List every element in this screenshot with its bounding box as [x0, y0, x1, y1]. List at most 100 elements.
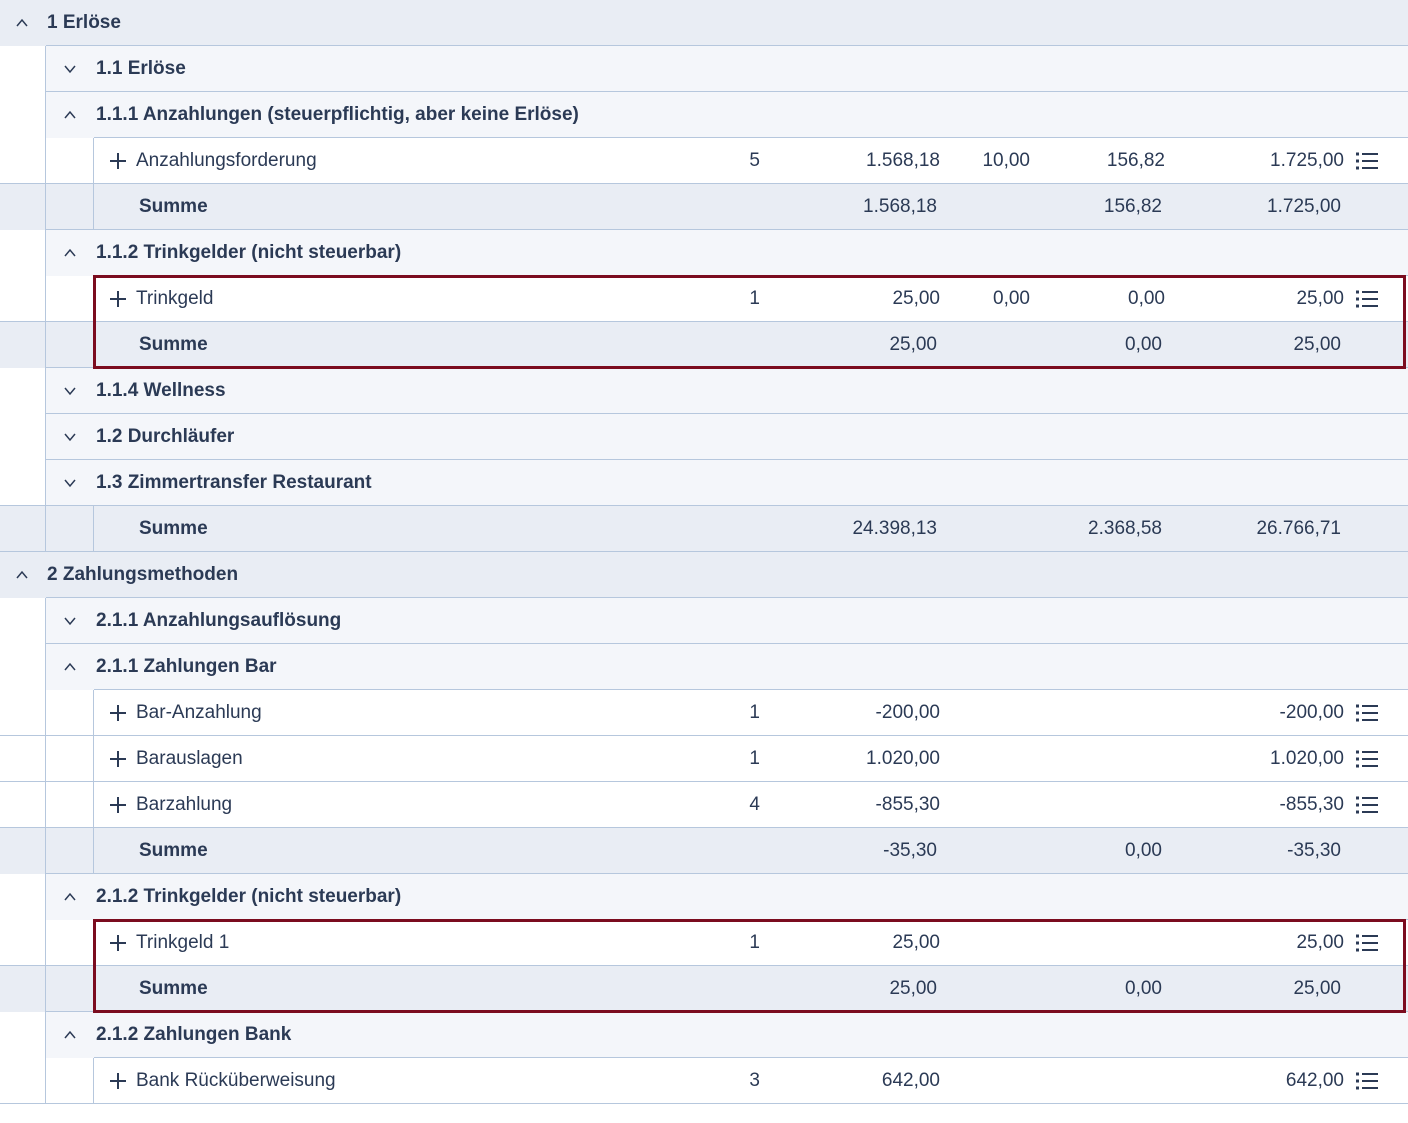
- chevron-up-icon[interactable]: [64, 661, 76, 673]
- sum-net: 25,00: [889, 978, 937, 999]
- chevron-down-icon[interactable]: [64, 63, 76, 75]
- chevron-down-icon[interactable]: [64, 615, 76, 627]
- item-count: 4: [749, 794, 760, 815]
- subgroup-row[interactable]: 2.1.1 Anzahlungsauflösung: [0, 598, 1408, 644]
- divider: [45, 322, 46, 368]
- subgroup-row[interactable]: 1.3 Zimmertransfer Restaurant: [0, 460, 1408, 506]
- table-row[interactable]: Anzahlungsforderung 5 1.568,18 10,00 156,82 1…: [0, 138, 1408, 184]
- divider: [93, 322, 94, 368]
- item-gross: 25,00: [1296, 288, 1344, 309]
- chevron-up-icon[interactable]: [64, 1029, 76, 1041]
- sum-gross: 25,00: [1293, 978, 1341, 999]
- chevron-down-icon[interactable]: [64, 477, 76, 489]
- chevron-up-icon[interactable]: [16, 17, 28, 29]
- item-gross: 25,00: [1296, 932, 1344, 953]
- sum-tax: 156,82: [1103, 196, 1162, 217]
- sum-gross: -35,30: [1287, 840, 1341, 861]
- item-net: 1.020,00: [866, 748, 940, 769]
- item-count: 1: [749, 932, 760, 953]
- plus-icon[interactable]: [109, 152, 127, 170]
- row-background: [0, 0, 1408, 46]
- list-menu-icon[interactable]: [1356, 152, 1380, 170]
- sum-tax: 2.368,58: [1088, 518, 1162, 539]
- divider: [45, 598, 46, 644]
- group-label: 2 Zahlungsmethoden: [47, 564, 239, 585]
- subgroup-label: 1.1.2 Trinkgelder (nicht steuerbar): [96, 242, 402, 263]
- table-row[interactable]: Barzahlung 4 -855,30 -855,30: [0, 782, 1408, 828]
- row-background: [46, 368, 1408, 414]
- subgroup-row[interactable]: 1.1 Erlöse: [0, 46, 1408, 92]
- chevron-down-icon[interactable]: [64, 431, 76, 443]
- divider: [45, 276, 46, 322]
- table-row[interactable]: Bank Rücküberweisung 3 642,00 642,00: [0, 1058, 1408, 1104]
- subgroup-label: 1.1.1 Anzahlungen (steuerpflichtig, aber…: [96, 104, 579, 125]
- subgroup-row[interactable]: 2.1.2 Trinkgelder (nicht steuerbar): [0, 874, 1408, 920]
- table-row[interactable]: Barauslagen 1 1.020,00 1.020,00: [0, 736, 1408, 782]
- subgroup-row[interactable]: 2.1.1 Zahlungen Bar: [0, 644, 1408, 690]
- item-net: 25,00: [892, 932, 940, 953]
- subgroup-label: 1.1.4 Wellness: [96, 380, 226, 401]
- group-row[interactable]: 2 Zahlungsmethoden: [0, 552, 1408, 598]
- item-count: 5: [749, 150, 760, 171]
- list-menu-icon[interactable]: [1356, 934, 1380, 952]
- list-menu-icon[interactable]: [1356, 704, 1380, 722]
- chevron-up-icon[interactable]: [64, 109, 76, 121]
- divider: [45, 92, 46, 138]
- plus-icon[interactable]: [109, 290, 127, 308]
- divider: [45, 644, 46, 690]
- plus-icon[interactable]: [109, 704, 127, 722]
- divider: [45, 828, 46, 874]
- subgroup-label: 2.1.2 Trinkgelder (nicht steuerbar): [96, 886, 402, 907]
- item-count: 1: [749, 702, 760, 723]
- sum-row: Summe 1.568,18 156,82 1.725,00: [0, 184, 1408, 230]
- divider: [45, 966, 46, 1012]
- chevron-down-icon[interactable]: [64, 385, 76, 397]
- subgroup-row[interactable]: 1.2 Durchläufer: [0, 414, 1408, 460]
- sum-gross: 25,00: [1293, 334, 1341, 355]
- list-menu-icon[interactable]: [1356, 290, 1380, 308]
- sum-net: 24.398,13: [852, 518, 937, 539]
- divider: [45, 230, 46, 276]
- divider: [93, 184, 94, 230]
- item-net: 25,00: [892, 288, 940, 309]
- sum-label: Summe: [139, 518, 208, 539]
- list-menu-icon[interactable]: [1356, 750, 1380, 768]
- subgroup-label: 1.3 Zimmertransfer Restaurant: [96, 472, 372, 493]
- table-row[interactable]: Trinkgeld 1 25,00 0,00 0,00 25,00: [0, 276, 1408, 322]
- divider: [45, 414, 46, 460]
- row-background: [46, 46, 1408, 92]
- table-row[interactable]: Bar-Anzahlung 1 -200,00 -200,00: [0, 690, 1408, 736]
- sum-row: Summe 25,00 0,00 25,00: [0, 322, 1408, 368]
- sum-row: Summe 25,00 0,00 25,00: [0, 966, 1408, 1012]
- item-label: Bar-Anzahlung: [136, 702, 262, 723]
- subgroup-row[interactable]: 1.1.4 Wellness: [0, 368, 1408, 414]
- sum-net: -35,30: [883, 840, 937, 861]
- divider: [45, 460, 46, 506]
- item-net: -200,00: [875, 702, 940, 723]
- divider: [45, 46, 46, 92]
- plus-icon[interactable]: [109, 1072, 127, 1090]
- item-gross: -200,00: [1279, 702, 1344, 723]
- subgroup-row[interactable]: 2.1.2 Zahlungen Bank: [0, 1012, 1408, 1058]
- table-row[interactable]: Trinkgeld 1 1 25,00 25,00: [0, 920, 1408, 966]
- chevron-up-icon[interactable]: [16, 569, 28, 581]
- subgroup-row[interactable]: 1.1.1 Anzahlungen (steuerpflichtig, aber…: [0, 92, 1408, 138]
- row-background: [46, 414, 1408, 460]
- sum-row: Summe -35,30 0,00 -35,30: [0, 828, 1408, 874]
- item-gross: 1.725,00: [1270, 150, 1344, 171]
- chevron-up-icon[interactable]: [64, 891, 76, 903]
- subgroup-label: 1.1 Erlöse: [96, 58, 186, 79]
- list-menu-icon[interactable]: [1356, 796, 1380, 814]
- plus-icon[interactable]: [109, 934, 127, 952]
- list-menu-icon[interactable]: [1356, 1072, 1380, 1090]
- item-count: 1: [749, 288, 760, 309]
- divider: [93, 276, 94, 322]
- plus-icon[interactable]: [109, 796, 127, 814]
- divider: [93, 736, 94, 782]
- plus-icon[interactable]: [109, 750, 127, 768]
- item-tax-rate: 0,00: [993, 288, 1030, 309]
- subgroup-row[interactable]: 1.1.2 Trinkgelder (nicht steuerbar): [0, 230, 1408, 276]
- sum-tax: 0,00: [1125, 840, 1162, 861]
- chevron-up-icon[interactable]: [64, 247, 76, 259]
- group-row[interactable]: 1 Erlöse: [0, 0, 1408, 46]
